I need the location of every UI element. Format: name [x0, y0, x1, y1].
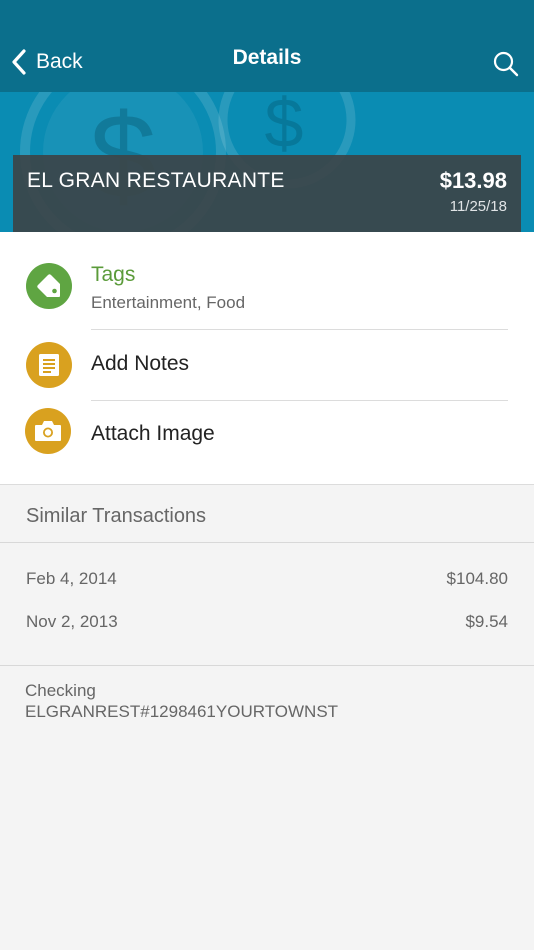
similar-transaction-amount: $9.54	[465, 612, 508, 631]
transaction-date: 11/25/18	[449, 198, 507, 215]
attach-image-label: Attach Image	[91, 422, 215, 445]
transaction-actions: Tags Entertainment, Food Add Notes Attac…	[0, 232, 534, 485]
attach-image-row[interactable]: Attach Image	[0, 400, 534, 470]
add-notes-row[interactable]: Add Notes	[0, 330, 534, 400]
similar-transactions-title: Similar Transactions	[26, 505, 207, 527]
similar-transaction-date: Nov 2, 2013	[26, 612, 118, 631]
transaction-summary: EL GRAN RESTAURANTE $13.98 11/25/18	[13, 155, 521, 232]
camera-icon	[25, 408, 71, 454]
tag-icon	[26, 263, 72, 309]
transaction-amount: $13.98	[439, 168, 507, 193]
notes-icon	[26, 342, 72, 388]
search-icon[interactable]	[492, 50, 520, 78]
page-title: Details	[232, 46, 302, 69]
add-notes-label: Add Notes	[91, 352, 190, 375]
divider	[0, 542, 534, 543]
account-info: Checking ELGRANREST#1298461YOURTOWNST	[25, 680, 338, 722]
account-type: Checking	[25, 681, 96, 700]
similar-transaction-date: Feb 4, 2014	[26, 569, 117, 588]
divider	[0, 665, 534, 666]
tags-row[interactable]: Tags Entertainment, Food	[0, 232, 534, 330]
merchant-name: EL GRAN RESTAURANTE	[27, 169, 285, 192]
tags-value: Entertainment, Food	[91, 293, 246, 312]
similar-transaction-row[interactable]: Feb 4, 2014 $104.80	[0, 569, 534, 599]
svg-text:$: $	[265, 92, 304, 162]
tags-label: Tags	[91, 263, 136, 286]
similar-transaction-row[interactable]: Nov 2, 2013 $9.54	[0, 612, 534, 642]
nav-bar: Back Details	[0, 0, 534, 92]
account-description: ELGRANREST#1298461YOURTOWNST	[25, 702, 339, 721]
similar-transaction-amount: $104.80	[446, 569, 508, 588]
